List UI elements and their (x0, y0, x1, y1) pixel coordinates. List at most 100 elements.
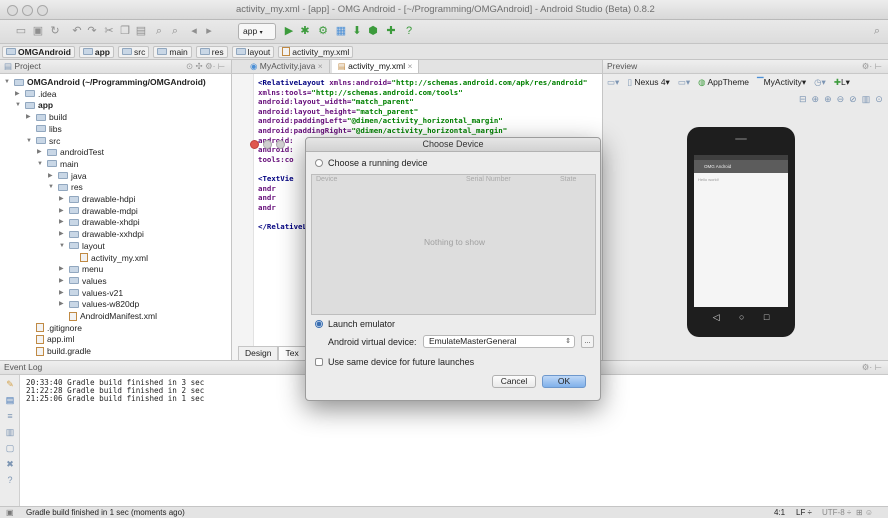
close-window-button[interactable] (7, 5, 18, 16)
line-separator[interactable]: LF ÷ (796, 507, 812, 518)
activity-select[interactable]: ▔MyActivity▾ (757, 77, 806, 88)
tree-item[interactable]: ▶ values-w820dp (59, 298, 139, 310)
launch-emulator-radio[interactable] (315, 320, 323, 328)
tree-item[interactable]: ▶ values-v21 (59, 287, 123, 299)
run-configuration-select[interactable]: app ▾ (238, 23, 276, 40)
cancel-button[interactable]: Cancel (492, 375, 536, 388)
find-icon[interactable]: ⌕ (152, 24, 166, 38)
tree-item[interactable]: ▶ build (26, 111, 67, 123)
project-panel-title[interactable]: Project (14, 61, 40, 71)
minimize-window-button[interactable] (22, 5, 33, 16)
chevron-down-icon[interactable]: ▼ (48, 181, 55, 193)
running-device-radio[interactable] (315, 159, 323, 167)
same-device-checkbox[interactable] (315, 358, 323, 366)
tree-item[interactable]: .gitignore (26, 322, 82, 334)
chevron-down-icon[interactable]: ▼ (37, 158, 44, 170)
sync-icon[interactable]: ↻ (48, 24, 62, 38)
chevron-right-icon[interactable]: ▶ (59, 287, 66, 299)
tree-item[interactable]: ▶ values (59, 275, 107, 287)
zoom-controls[interactable]: ⊟⊕⊕⊖⊘▥⊙ (799, 94, 888, 105)
undo-icon[interactable]: ↶ (70, 24, 84, 38)
breadcrumb-src[interactable]: src (118, 45, 150, 58)
tree-item[interactable]: ▶ menu (59, 263, 103, 275)
tab-design[interactable]: Design (238, 346, 279, 360)
gear-icon[interactable]: ⚙· ⊢ (862, 361, 882, 374)
breadcrumb-layout[interactable]: layout (231, 45, 275, 58)
forward-icon[interactable]: ▸ (202, 24, 216, 38)
dialog-close-button[interactable] (250, 140, 259, 149)
sdk-manager-icon[interactable]: ⬢ (366, 24, 380, 38)
avd-select[interactable]: EmulateMasterGeneral ⇕ (423, 335, 575, 348)
chevron-right-icon[interactable]: ▶ (59, 216, 66, 228)
tree-item[interactable]: ▼ res (48, 181, 83, 193)
paste-icon[interactable]: ▤ (134, 24, 148, 38)
chevron-right-icon[interactable]: ▶ (59, 205, 66, 217)
replace-icon[interactable]: ⌕ (168, 24, 182, 38)
chevron-right-icon[interactable]: ▶ (59, 193, 66, 205)
chevron-right-icon[interactable]: ▶ (59, 228, 66, 240)
help-icon[interactable]: ? (402, 24, 416, 38)
tree-item[interactable]: AndroidManifest.xml (59, 310, 157, 322)
chevron-right-icon[interactable]: ▶ (59, 298, 66, 310)
tool-windows-icon[interactable]: ▣ (6, 507, 14, 518)
avd-manager-button[interactable]: ... (581, 335, 594, 348)
tab-activity-my-xml[interactable]: ▤ activity_my.xml × (331, 60, 420, 73)
trash-icon[interactable]: ✖ (5, 459, 15, 469)
locale-select[interactable]: ✚L▾ (834, 77, 850, 88)
run-icon[interactable]: ▶ (282, 24, 296, 38)
android-monitor-icon[interactable]: ✚ (384, 24, 398, 38)
tree-item[interactable]: ▶ drawable-xhdpi (59, 216, 140, 228)
gear-icon[interactable]: ⚙· ⊢ (862, 60, 882, 73)
tree-item[interactable]: libs (26, 123, 62, 135)
tree-item[interactable]: build.gradle (26, 345, 91, 357)
tree-item[interactable]: ▶ java (48, 170, 87, 182)
help-icon[interactable]: ? (5, 475, 15, 485)
ok-button[interactable]: OK (542, 375, 586, 388)
chevron-down-icon[interactable]: ▼ (59, 240, 66, 252)
tree-item[interactable]: ▼ src (26, 135, 60, 147)
chevron-down-icon[interactable]: ▼ (26, 135, 33, 147)
search-everywhere-icon[interactable]: ⌕ (870, 24, 884, 38)
chevron-down-icon[interactable]: ▼ (4, 76, 11, 88)
print-icon[interactable]: ▥ (5, 427, 15, 437)
project-structure-icon[interactable]: ▦ (334, 24, 348, 38)
cursor-position[interactable]: 4:1 (774, 507, 785, 518)
tree-item[interactable]: ▶ .idea (15, 88, 56, 100)
same-device-option[interactable]: Use same device for future launches (315, 357, 474, 367)
chevron-right-icon[interactable]: ▶ (59, 263, 66, 275)
breadcrumb-res[interactable]: res (195, 45, 228, 58)
attach-debugger-icon[interactable]: ⚙ (316, 24, 330, 38)
chevron-right-icon[interactable]: ▶ (26, 111, 33, 123)
clear-icon[interactable]: ▢ (5, 443, 15, 453)
avd-manager-icon[interactable]: ⬇ (350, 24, 364, 38)
tab-myactivity-java[interactable]: ◉ MyActivity.java × (244, 60, 330, 73)
save-icon[interactable]: ▣ (31, 24, 45, 38)
open-folder-icon[interactable]: ▭ (14, 24, 28, 38)
cut-icon[interactable]: ✂ (102, 24, 116, 38)
scroll-to-end-icon[interactable]: ▤ (5, 395, 15, 405)
theme-select[interactable]: ◍ AppTheme (698, 77, 749, 88)
copy-icon[interactable]: ❐ (118, 24, 132, 38)
tree-item[interactable]: ▼ main (37, 158, 78, 170)
chevron-down-icon[interactable]: ▼ (15, 99, 22, 111)
chevron-right-icon[interactable]: ▶ (15, 88, 22, 100)
close-tab-icon[interactable]: × (318, 61, 323, 71)
close-tab-icon[interactable]: × (407, 61, 412, 71)
chevron-right-icon[interactable]: ▶ (48, 170, 55, 182)
orientation-select[interactable]: ▭▾ (678, 77, 690, 88)
breadcrumb-file[interactable]: activity_my.xml (278, 45, 354, 58)
zoom-window-button[interactable] (37, 5, 48, 16)
dialog-minimize-button[interactable] (263, 140, 272, 149)
soft-wrap-icon[interactable]: ≡ (5, 411, 15, 421)
settings-icon[interactable]: ✎ (5, 379, 15, 389)
api-select[interactable]: ◷▾ (814, 77, 826, 88)
breadcrumb-app[interactable]: app (78, 45, 115, 58)
running-device-option[interactable]: Choose a running device (315, 158, 428, 168)
dialog-zoom-button[interactable] (276, 140, 285, 149)
file-encoding[interactable]: UTF-8 ÷ (822, 507, 851, 518)
panel-settings-icon[interactable]: ⊙ ✣ ⚙· ⊢ (186, 60, 225, 73)
breadcrumb-main[interactable]: main (153, 45, 192, 58)
tree-item[interactable]: ▶ drawable-hdpi (59, 193, 135, 205)
tree-item[interactable]: ▶ androidTest (37, 146, 104, 158)
chevron-right-icon[interactable]: ▶ (37, 146, 44, 158)
